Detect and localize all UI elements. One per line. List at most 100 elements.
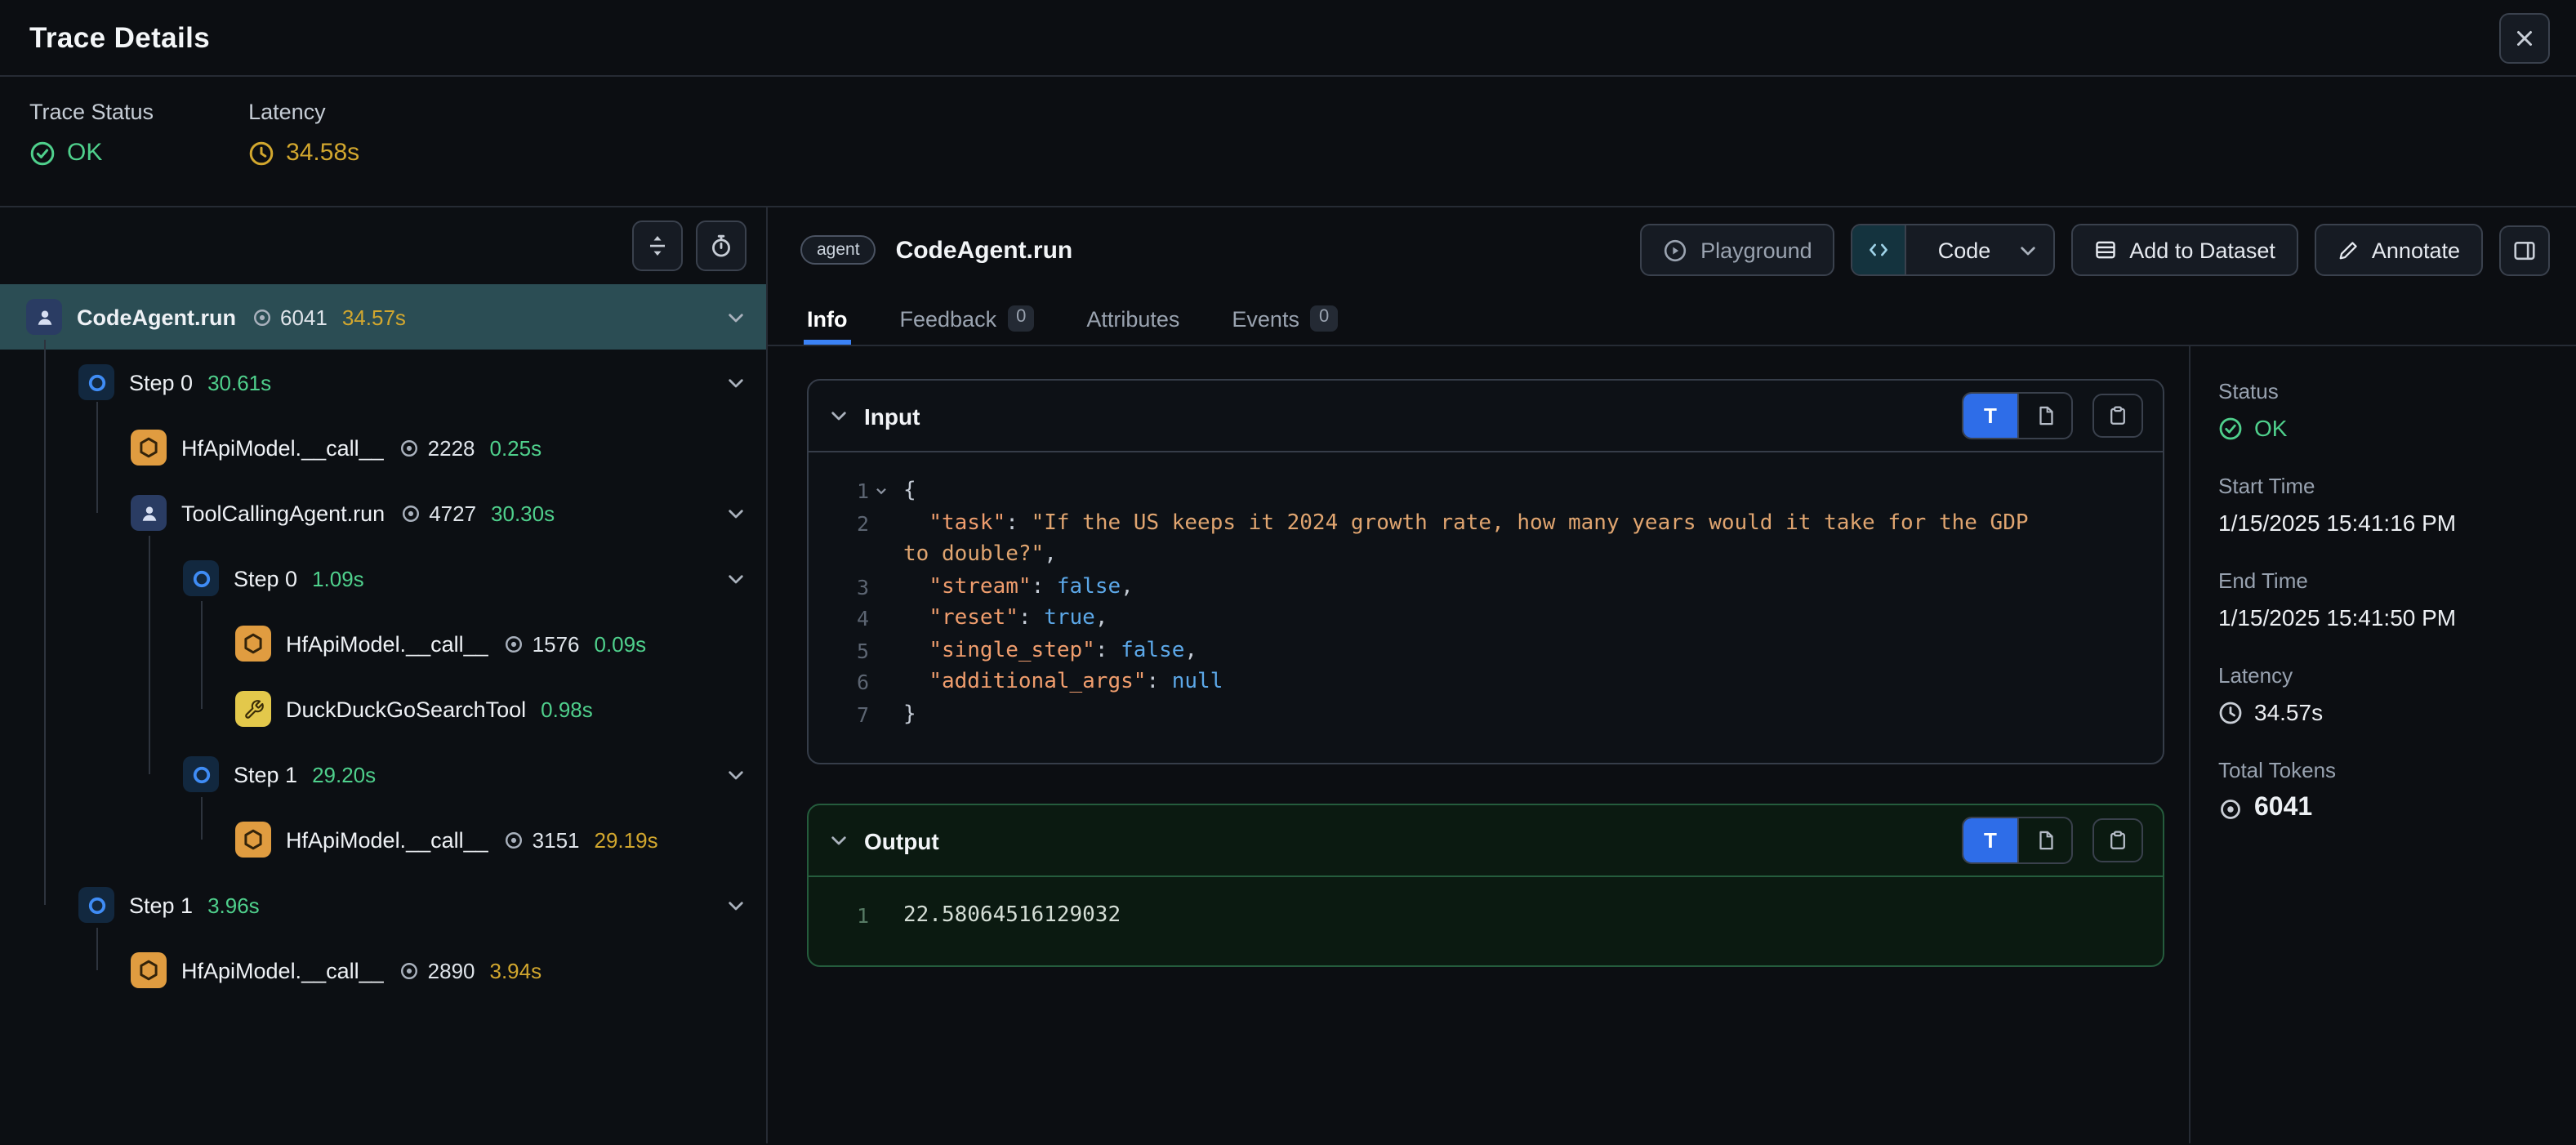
code-text: "single_step": false, [903, 635, 1197, 666]
span-duration: 34.57s [342, 305, 406, 329]
copy-input-button[interactable] [2092, 394, 2143, 438]
clock-icon [2218, 700, 2243, 724]
fold-spacer [869, 900, 894, 932]
tab-events[interactable]: Events 0 [1228, 292, 1340, 345]
chevron-down-icon[interactable] [725, 372, 747, 393]
model-icon [235, 822, 271, 858]
token-count-icon [503, 829, 524, 850]
span-duration: 29.20s [312, 762, 376, 786]
collapse-input-icon[interactable] [828, 405, 849, 426]
span-name: HfApiModel.__call__ [181, 958, 384, 982]
chevron-down-icon[interactable] [725, 764, 747, 785]
add-to-dataset-button[interactable]: Add to Dataset [2070, 224, 2298, 276]
step-icon [183, 756, 219, 792]
tree-connector-line [201, 601, 203, 709]
span-meta-sidebar: Status OK Start Time 1/15/2025 15:41:16 … [2189, 346, 2576, 1143]
tree-row[interactable]: HfApiModel.__call__22280.25s [0, 415, 766, 480]
span-duration: 1.09s [312, 566, 364, 590]
tree-row[interactable]: HfApiModel.__call__15760.09s [0, 611, 766, 676]
side-panel-toggle-button[interactable] [2499, 225, 2550, 275]
collapse-output-icon[interactable] [828, 830, 849, 851]
playground-button[interactable]: Playground [1640, 224, 1835, 276]
token-count: 2228 [399, 435, 475, 460]
tree-row[interactable]: CodeAgent.run604134.57s [0, 284, 766, 350]
span-duration: 29.19s [595, 827, 658, 852]
span-duration: 0.25s [490, 435, 542, 460]
span-name: CodeAgent.run [77, 305, 236, 329]
span-tabs: Info Feedback 0 Attributes Events 0 [768, 292, 2576, 346]
tree-row[interactable]: Step 1 29.20s [0, 742, 766, 807]
tree-row[interactable]: Step 030.61s [0, 350, 766, 415]
output-title: Output [864, 827, 939, 853]
fold-spacer [869, 571, 894, 603]
token-count: 4727 [399, 501, 476, 525]
dataset-icon [2093, 238, 2116, 261]
fold-chevron-icon[interactable] [869, 475, 894, 507]
step-icon [183, 560, 219, 596]
trace-tree-panel: CodeAgent.run604134.57sStep 030.61s HfApi… [0, 207, 768, 1143]
tree-row[interactable]: DuckDuckGoSearchTool0.98s [0, 676, 766, 742]
panel-right-icon [2512, 238, 2537, 262]
code-line: 3 "stream": false, [831, 571, 2140, 603]
line-number: 2 [831, 507, 869, 539]
line-number: 3 [831, 571, 869, 603]
text-view-button[interactable]: T [1963, 394, 2017, 438]
token-count: 2890 [399, 958, 475, 982]
span-name: HfApiModel.__call__ [286, 827, 488, 852]
span-name: Step 1 [234, 762, 297, 786]
model-icon [235, 626, 271, 662]
tree-row[interactable]: HfApiModel.__call__28903.94s [0, 938, 766, 1003]
document-view-button[interactable] [2017, 394, 2071, 438]
chevron-down-icon[interactable] [725, 502, 747, 523]
document-icon [2035, 405, 2056, 426]
code-text: } [903, 698, 916, 730]
token-count-icon [251, 306, 272, 327]
output-section: Output T [807, 804, 2164, 966]
close-button[interactable] [2499, 12, 2550, 63]
code-text: "stream": false, [903, 571, 1134, 603]
latency-label: Latency [2218, 663, 2556, 688]
span-duration: 0.09s [595, 631, 647, 656]
copy-output-button[interactable] [2092, 818, 2143, 862]
tree-row[interactable]: Step 01.09s [0, 546, 766, 611]
total-tokens-value: 6041 [2218, 794, 2556, 823]
feedback-count-badge: 0 [1008, 305, 1034, 332]
tool-icon [235, 691, 271, 727]
tab-attributes[interactable]: Attributes [1083, 292, 1183, 345]
fold-spacer [869, 698, 894, 730]
model-icon [131, 952, 167, 988]
tab-feedback[interactable]: Feedback 0 [897, 292, 1038, 345]
chevron-down-icon[interactable] [725, 568, 747, 589]
tab-info[interactable]: Info [804, 292, 851, 345]
line-number: 6 [831, 666, 869, 698]
unfold-vertical-icon [645, 234, 670, 258]
status-value: OK [2218, 415, 2556, 441]
code-view-dropdown[interactable]: Code [1852, 224, 2055, 276]
token-count-icon [399, 502, 421, 523]
chevron-down-icon[interactable] [725, 306, 747, 327]
tree-row[interactable]: Step 13.96s [0, 872, 766, 938]
code-text: "additional_args": null [903, 666, 1223, 698]
token-count-icon [399, 960, 420, 981]
input-header: Input T [809, 381, 2163, 451]
chevron-down-icon[interactable] [725, 894, 747, 916]
tree-row[interactable]: ToolCallingAgent.run472730.30s [0, 480, 766, 546]
trace-latency-block: Latency 34.58s [248, 100, 359, 183]
annotate-button[interactable]: Annotate [2315, 224, 2483, 276]
tree-row[interactable]: HfApiModel.__call__315129.19s [0, 807, 766, 872]
span-tree: CodeAgent.run604134.57sStep 030.61s HfApi… [0, 284, 766, 1143]
latency-toggle-button[interactable] [696, 221, 747, 271]
text-view-button[interactable]: T [1963, 818, 2017, 862]
play-circle-icon [1663, 238, 1687, 262]
span-name: Step 1 [129, 893, 193, 917]
document-view-button[interactable] [2017, 818, 2071, 862]
end-time-value: 1/15/2025 15:41:50 PM [2218, 604, 2556, 630]
check-circle-icon [2218, 416, 2243, 440]
span-detail-panel: agent CodeAgent.run Playground Code [768, 207, 2576, 1143]
input-controls: T [1962, 392, 2143, 439]
clipboard-icon [2107, 405, 2128, 426]
code-text: 22.58064516129032 [903, 900, 1121, 932]
expand-collapse-all-button[interactable] [632, 221, 683, 271]
step-icon [78, 887, 114, 923]
latency-label: Latency [248, 100, 359, 124]
